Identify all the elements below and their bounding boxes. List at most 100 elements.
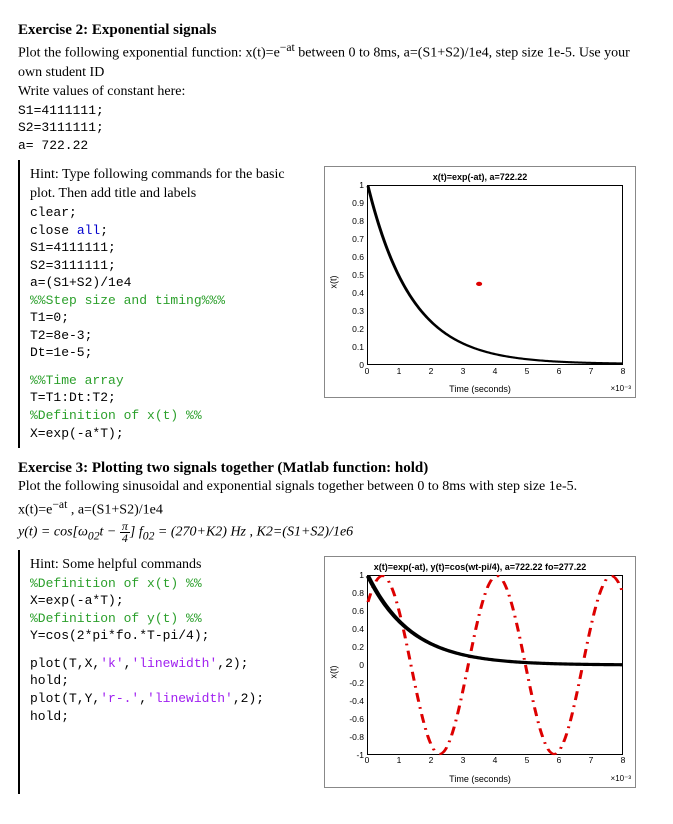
chart2-svg bbox=[368, 576, 622, 754]
s1-line: S1=4111111; bbox=[18, 102, 655, 120]
h3l7b: 'r-.' bbox=[100, 691, 139, 706]
l02a: close bbox=[30, 223, 77, 238]
chart1-title: x(t)=exp(-at), a=722.22 bbox=[325, 167, 635, 185]
ytick: -0.2 bbox=[349, 678, 364, 689]
exp-curve-1 bbox=[368, 186, 622, 363]
l06: %%Step size and timing%%% bbox=[30, 292, 310, 310]
ex3-eq1: x(t)=e−at , a=(S1+S2)/1e4 bbox=[18, 497, 655, 521]
ex2-desc1a: Plot the following exponential function:… bbox=[18, 46, 280, 61]
ytick: 0.4 bbox=[349, 624, 364, 635]
xtick: 4 bbox=[489, 366, 501, 377]
chart2: x(t)=exp(-at), y(t)=cos(wt-pi/4), a=722.… bbox=[324, 556, 636, 788]
ex3-title: Exercise 3: Plotting two signals togethe… bbox=[18, 458, 655, 478]
ytick: -0.6 bbox=[349, 714, 364, 725]
eq1b: , a=(S1+S2)/1e4 bbox=[67, 503, 163, 518]
eq2sub2: 02 bbox=[143, 529, 155, 542]
chart2-ylabel: x(t) bbox=[327, 665, 339, 678]
chart2-xlabel: Time (seconds) bbox=[325, 773, 635, 785]
ytick: 0.5 bbox=[349, 270, 364, 281]
xtick: 1 bbox=[393, 755, 405, 766]
eq2pre: y(t) = cos[ω bbox=[18, 524, 88, 539]
l08: T2=8e-3; bbox=[30, 327, 310, 345]
ytick: 0.6 bbox=[349, 606, 364, 617]
ex3-desc: Plot the following sinusoidal and expone… bbox=[18, 478, 655, 497]
xtick: 7 bbox=[585, 755, 597, 766]
eq2-frac: π4 bbox=[120, 521, 130, 544]
ytick: 0.8 bbox=[349, 216, 364, 227]
l10: %%Time array bbox=[30, 372, 310, 390]
xtick: 5 bbox=[521, 755, 533, 766]
h3l1: %Definition of x(t) %% bbox=[30, 575, 310, 593]
xtick: 1 bbox=[393, 366, 405, 377]
ytick: 1 bbox=[349, 180, 364, 191]
hint2-intro: Hint: Type following commands for the ba… bbox=[30, 166, 310, 204]
ytick: -0.8 bbox=[349, 732, 364, 743]
l13: X=exp(-a*T); bbox=[30, 425, 310, 443]
h3l5a: plot(T,X, bbox=[30, 656, 100, 671]
xtick: 0 bbox=[361, 366, 373, 377]
xtick: 6 bbox=[553, 755, 565, 766]
ex2-desc2: Write values of constant here: bbox=[18, 83, 655, 102]
h3l2: X=exp(-a*T); bbox=[30, 592, 310, 610]
chart2-plotarea bbox=[367, 575, 623, 755]
chart1-xlabel: Time (seconds) bbox=[325, 383, 635, 395]
l07: T1=0; bbox=[30, 309, 310, 327]
eq2b: ] f bbox=[130, 524, 143, 539]
ytick: 0.6 bbox=[349, 252, 364, 263]
chart1-plotarea bbox=[367, 185, 623, 365]
chart1-svg bbox=[368, 186, 622, 364]
ytick: 0.3 bbox=[349, 306, 364, 317]
hint3-intro: Hint: Some helpful commands bbox=[30, 556, 310, 575]
chart1: x(t)=exp(-at), a=722.22 x(t) ×10⁻³ Time … bbox=[324, 166, 636, 398]
code3: %Definition of x(t) %% X=exp(-a*T); %Def… bbox=[30, 575, 310, 725]
exp-curve-2 bbox=[368, 576, 622, 665]
h3l5d: 'linewidth' bbox=[131, 656, 217, 671]
ytick: 0.1 bbox=[349, 342, 364, 353]
h3l8: hold; bbox=[30, 708, 310, 726]
xtick: 0 bbox=[361, 755, 373, 766]
h3l7e: ,2); bbox=[233, 691, 264, 706]
l01: clear; bbox=[30, 204, 310, 222]
xtick: 2 bbox=[425, 366, 437, 377]
eq1a: x(t)=e bbox=[18, 503, 52, 518]
l12: %Definition of x(t) %% bbox=[30, 407, 310, 425]
chart1-marker bbox=[476, 282, 482, 286]
hint3-block: Hint: Some helpful commands %Definition … bbox=[18, 550, 655, 794]
xtick: 2 bbox=[425, 755, 437, 766]
hint2-block: Hint: Type following commands for the ba… bbox=[18, 160, 655, 448]
eq1-exp: −at bbox=[52, 498, 67, 511]
chart2-title: x(t)=exp(-at), y(t)=cos(wt-pi/4), a=722.… bbox=[325, 557, 635, 575]
l02c: ; bbox=[100, 223, 108, 238]
ex2-title: Exercise 2: Exponential signals bbox=[18, 20, 655, 40]
h3l5e: ,2); bbox=[217, 656, 248, 671]
xtick: 8 bbox=[617, 366, 629, 377]
l04: S2=3111111; bbox=[30, 257, 310, 275]
eq2mid: t − bbox=[100, 524, 120, 539]
xtick: 6 bbox=[553, 366, 565, 377]
l11: T=T1:Dt:T2; bbox=[30, 389, 310, 407]
ex3-eq2: y(t) = cos[ω02t − π4] f02 = (270+K2) Hz … bbox=[18, 521, 655, 544]
l03: S1=4111111; bbox=[30, 239, 310, 257]
h3l7a: plot(T,Y, bbox=[30, 691, 100, 706]
xtick: 7 bbox=[585, 366, 597, 377]
ytick: 0.7 bbox=[349, 234, 364, 245]
ytick: 0.8 bbox=[349, 588, 364, 599]
xtick: 3 bbox=[457, 755, 469, 766]
ytick: 0.9 bbox=[349, 198, 364, 209]
xtick: 4 bbox=[489, 755, 501, 766]
code2: clear; close all; S1=4111111; S2=3111111… bbox=[30, 204, 310, 442]
h3l7d: 'linewidth' bbox=[147, 691, 233, 706]
h3l5: plot(T,X,'k','linewidth',2); bbox=[30, 655, 310, 673]
h3l3: %Definition of y(t) %% bbox=[30, 610, 310, 628]
xtick: 3 bbox=[457, 366, 469, 377]
chart1-ylabel: x(t) bbox=[327, 276, 339, 289]
h3l6: hold; bbox=[30, 672, 310, 690]
a-line: a= 722.22 bbox=[18, 137, 655, 155]
l05: a=(S1+S2)/1e4 bbox=[30, 274, 310, 292]
ytick: -0.4 bbox=[349, 696, 364, 707]
ytick: 0.2 bbox=[349, 642, 364, 653]
ex2-desc1: Plot the following exponential function:… bbox=[18, 40, 655, 82]
h3l7: plot(T,Y,'r-.','linewidth',2); bbox=[30, 690, 310, 708]
l02b: all bbox=[77, 223, 100, 238]
l02: close all; bbox=[30, 222, 310, 240]
